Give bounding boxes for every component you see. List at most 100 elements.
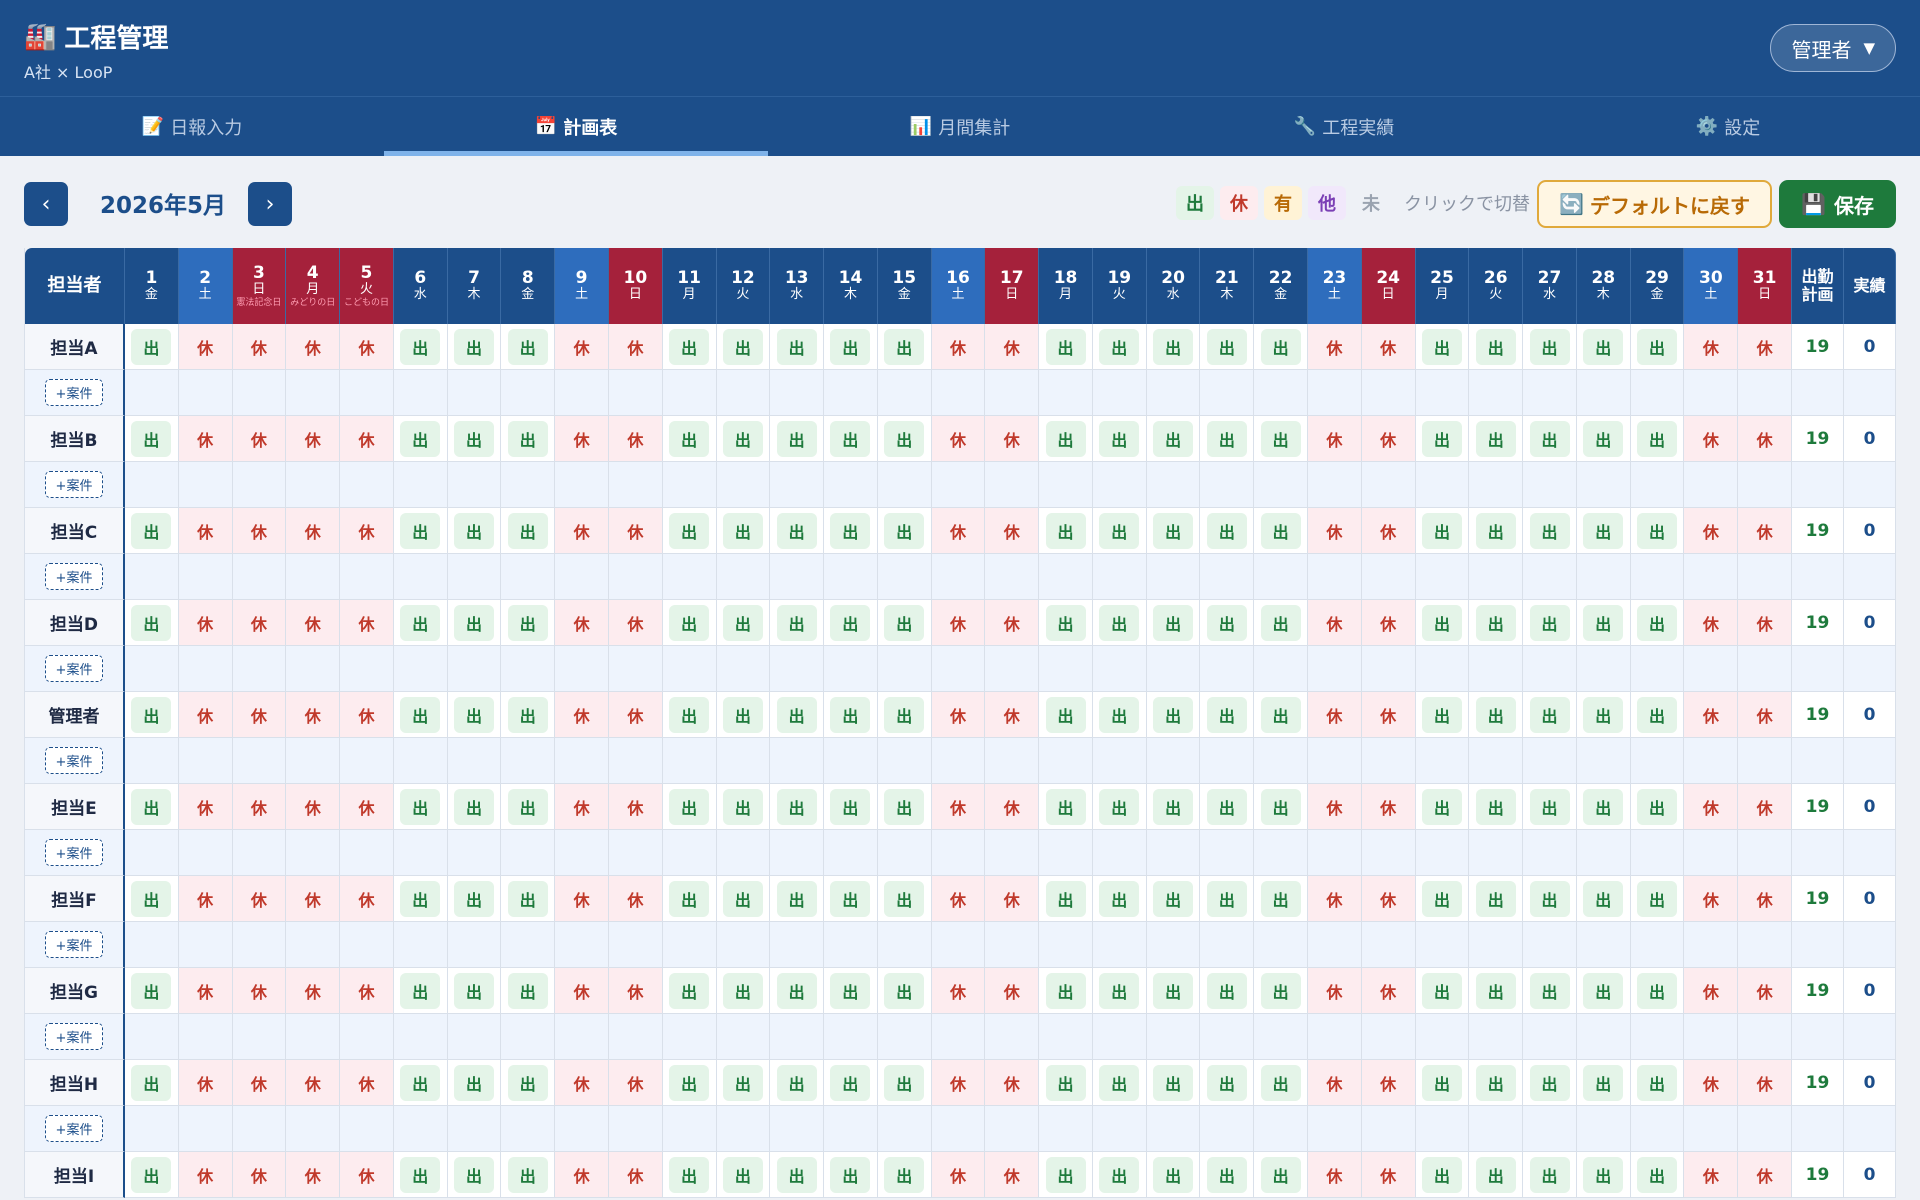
schedule-cell[interactable]: 出 (877, 508, 932, 554)
add-case-button[interactable]: +案件 (44, 379, 104, 406)
tab-2[interactable]: 📅 計画表 (384, 97, 768, 156)
schedule-cell[interactable]: 休 (555, 968, 609, 1014)
case-cell[interactable] (1039, 1014, 1093, 1060)
case-cell[interactable] (1146, 646, 1201, 692)
case-cell[interactable] (232, 830, 287, 876)
schedule-cell[interactable]: 出 (1630, 600, 1685, 646)
schedule-cell[interactable]: 休 (608, 508, 663, 554)
case-cell[interactable] (608, 554, 663, 600)
schedule-cell[interactable]: 出 (501, 600, 556, 646)
schedule-cell[interactable]: 休 (178, 876, 233, 922)
schedule-cell[interactable]: 出 (1039, 508, 1093, 554)
schedule-cell[interactable]: 休 (608, 1060, 663, 1106)
schedule-cell[interactable]: 休 (985, 416, 1040, 462)
schedule-cell[interactable]: 出 (1146, 508, 1201, 554)
case-cell[interactable] (178, 370, 233, 416)
schedule-cell[interactable]: 出 (393, 968, 448, 1014)
case-cell[interactable] (340, 922, 394, 968)
case-cell[interactable] (1039, 462, 1093, 508)
schedule-cell[interactable]: 出 (501, 876, 556, 922)
schedule-cell[interactable]: 休 (178, 600, 233, 646)
schedule-cell[interactable]: 出 (1630, 876, 1685, 922)
case-cell[interactable] (1738, 370, 1792, 416)
schedule-cell[interactable]: 出 (1200, 1060, 1255, 1106)
case-cell[interactable] (125, 462, 179, 508)
schedule-cell[interactable]: 出 (1254, 784, 1309, 830)
case-cell[interactable] (125, 1106, 179, 1152)
case-cell[interactable] (1254, 1106, 1309, 1152)
schedule-cell[interactable]: 休 (178, 1060, 233, 1106)
schedule-cell[interactable]: 出 (1415, 508, 1470, 554)
schedule-cell[interactable]: 出 (1415, 416, 1470, 462)
schedule-cell[interactable]: 出 (1039, 968, 1093, 1014)
schedule-cell[interactable]: 休 (1738, 1152, 1792, 1198)
case-cell[interactable] (1200, 738, 1255, 784)
schedule-cell[interactable]: 休 (1738, 968, 1792, 1014)
schedule-cell[interactable]: 休 (1308, 876, 1362, 922)
case-cell[interactable] (1200, 1014, 1255, 1060)
schedule-cell[interactable]: 出 (125, 1060, 179, 1106)
schedule-cell[interactable]: 出 (877, 324, 932, 370)
schedule-cell[interactable]: 出 (1630, 324, 1685, 370)
schedule-cell[interactable]: 休 (232, 416, 287, 462)
case-cell[interactable] (555, 646, 609, 692)
case-cell[interactable] (1684, 370, 1739, 416)
case-cell[interactable] (1415, 830, 1470, 876)
case-cell[interactable] (985, 646, 1040, 692)
case-cell[interactable] (770, 922, 825, 968)
case-cell[interactable] (1415, 738, 1470, 784)
schedule-cell[interactable]: 出 (447, 968, 502, 1014)
case-cell[interactable] (340, 554, 394, 600)
schedule-cell[interactable]: 出 (393, 784, 448, 830)
case-cell[interactable] (1415, 922, 1470, 968)
case-cell[interactable] (393, 1014, 448, 1060)
case-cell[interactable] (877, 922, 932, 968)
schedule-cell[interactable]: 休 (1361, 1152, 1416, 1198)
schedule-cell[interactable]: 出 (1630, 416, 1685, 462)
schedule-cell[interactable]: 出 (393, 876, 448, 922)
schedule-cell[interactable]: 出 (1254, 324, 1309, 370)
case-cell[interactable] (1092, 830, 1147, 876)
schedule-cell[interactable]: 出 (716, 508, 771, 554)
schedule-cell[interactable]: 出 (1092, 508, 1147, 554)
case-cell[interactable] (232, 1014, 287, 1060)
case-cell[interactable] (501, 646, 556, 692)
schedule-cell[interactable]: 出 (501, 784, 556, 830)
schedule-cell[interactable]: 出 (125, 968, 179, 1014)
case-cell[interactable] (1843, 646, 1896, 692)
schedule-cell[interactable]: 出 (1576, 416, 1631, 462)
case-cell[interactable] (1523, 922, 1577, 968)
case-cell[interactable] (1415, 1014, 1470, 1060)
case-cell[interactable] (1576, 922, 1631, 968)
schedule-cell[interactable]: 出 (1039, 876, 1093, 922)
case-cell[interactable] (1200, 830, 1255, 876)
schedule-cell[interactable]: 出 (1576, 692, 1631, 738)
schedule-cell[interactable]: 出 (1039, 1060, 1093, 1106)
schedule-cell[interactable]: 出 (1092, 324, 1147, 370)
schedule-cell[interactable]: 出 (1576, 1060, 1631, 1106)
case-cell[interactable] (1146, 462, 1201, 508)
schedule-cell[interactable]: 休 (985, 876, 1040, 922)
schedule-cell[interactable]: 出 (1523, 600, 1577, 646)
case-cell[interactable] (1146, 554, 1201, 600)
case-cell[interactable] (286, 554, 341, 600)
case-cell[interactable] (1738, 646, 1792, 692)
case-cell[interactable] (716, 370, 771, 416)
case-cell[interactable] (1308, 370, 1362, 416)
schedule-cell[interactable]: 出 (716, 692, 771, 738)
case-cell[interactable] (447, 1106, 502, 1152)
tab-4[interactable]: 🔧 工程実績 (1152, 97, 1536, 156)
schedule-cell[interactable]: 出 (1469, 968, 1524, 1014)
schedule-cell[interactable]: 休 (608, 876, 663, 922)
schedule-cell[interactable]: 休 (1361, 508, 1416, 554)
schedule-cell[interactable]: 休 (555, 324, 609, 370)
case-cell[interactable] (608, 738, 663, 784)
case-cell[interactable] (877, 830, 932, 876)
case-cell[interactable] (125, 830, 179, 876)
schedule-cell[interactable]: 出 (770, 876, 825, 922)
case-cell[interactable] (1576, 370, 1631, 416)
schedule-cell[interactable]: 休 (931, 1060, 986, 1106)
schedule-cell[interactable]: 出 (1254, 416, 1309, 462)
schedule-cell[interactable]: 休 (985, 1060, 1040, 1106)
schedule-cell[interactable]: 出 (447, 324, 502, 370)
